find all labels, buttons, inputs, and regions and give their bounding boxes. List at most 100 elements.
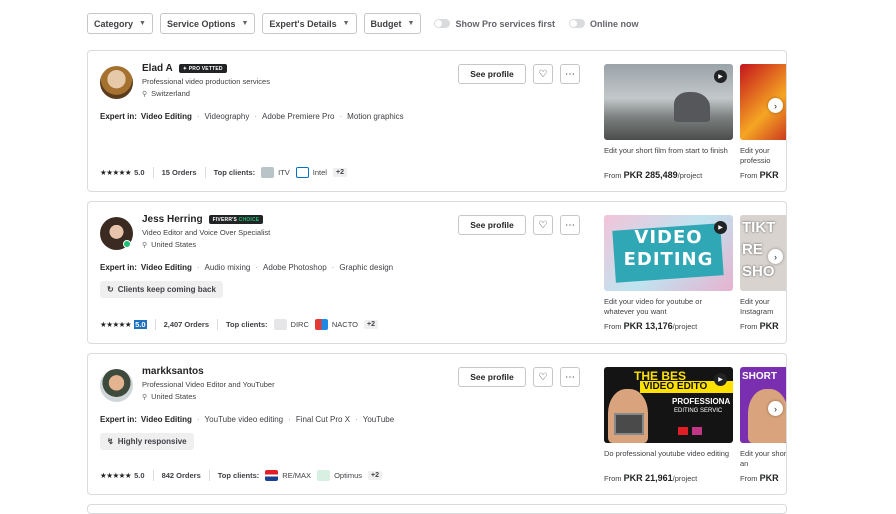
price-value: PKR	[759, 473, 779, 483]
online-now-toggle[interactable]: Online now	[569, 19, 639, 29]
freelancer-card[interactable]: Jess Herring FIVERR'S CHOICE Video Edito…	[87, 201, 787, 344]
gig-thumbnail[interactable]: VIDEO EDITING ▶	[604, 215, 733, 291]
gig-card[interactable]: THE BES VIDEO EDITO PROFESSIONA EDITING …	[604, 367, 734, 483]
online-toggle-label: Online now	[590, 18, 639, 29]
gig-price: From PKR 285,489/project	[604, 170, 734, 180]
freelancer-title: Video Editor and Voice Over Specialist	[142, 228, 271, 237]
skill-tag: Final Cut Pro X	[295, 415, 351, 424]
toggle-switch[interactable]	[434, 19, 451, 28]
more-options-icon[interactable]: ⋯	[560, 64, 580, 84]
thumb-text: VIDEO EDITING	[604, 227, 733, 271]
pro-services-toggle[interactable]: Show Pro services first	[434, 19, 555, 29]
freelancer-country: ⚲ United States	[142, 240, 196, 249]
name-row: markksantos	[142, 366, 204, 377]
gig-thumbnail[interactable]: ▶	[604, 64, 733, 140]
gig-thumbnail[interactable]: THE BES VIDEO EDITO PROFESSIONA EDITING …	[604, 367, 733, 443]
highlight-pill: ↯ Highly responsive	[100, 433, 194, 450]
gig-card[interactable]: ▶ Edit your short film from start to fin…	[604, 64, 734, 180]
country-label: Switzerland	[151, 89, 190, 98]
avatar[interactable]	[100, 369, 133, 402]
toggle-switch[interactable]	[569, 19, 586, 28]
price-prefix: From	[740, 171, 758, 180]
category-filter[interactable]: Category ▼	[87, 13, 153, 34]
price-prefix: From	[604, 322, 622, 331]
country-label: United States	[151, 392, 197, 401]
highlight-label: Clients keep coming back	[117, 285, 216, 294]
freelancer-name[interactable]: markksantos	[142, 366, 204, 377]
chevron-right-icon[interactable]: ›	[768, 98, 783, 113]
more-options-icon[interactable]: ⋯	[560, 215, 580, 235]
stats-row: ★★★★★ 5.0 15 Orders Top clients: ITV Int…	[100, 167, 347, 178]
play-icon[interactable]: ▶	[714, 373, 727, 386]
freelancer-country: ⚲ United States	[142, 392, 196, 401]
price-value: PKR	[759, 170, 779, 180]
gig-title[interactable]: Edit your short film from start to finis…	[604, 146, 734, 166]
more-clients-badge[interactable]: +2	[368, 471, 382, 480]
expert-in-row: Expert in: Video Editing · Audio mixing · …	[100, 263, 394, 272]
play-icon[interactable]: ▶	[714, 70, 727, 83]
client: DIRC	[273, 319, 309, 330]
client: Intel	[295, 167, 327, 178]
more-clients-badge[interactable]: +2	[332, 168, 347, 177]
gig-title[interactable]: Edit your professio	[740, 146, 786, 166]
expert-label: Expert in:	[100, 415, 137, 424]
badge-label: PRO VETTED	[188, 65, 223, 72]
play-icon[interactable]: ▶	[714, 221, 727, 234]
gig-price: From PKR 13,176/project	[604, 321, 734, 331]
freelancer-title: Professional video production services	[142, 77, 270, 86]
budget-filter[interactable]: Budget ▼	[363, 13, 422, 34]
freelancer-title: Professional Video Editor and YouTuber	[142, 380, 275, 389]
star-rating-icon: ★★★★★	[100, 168, 132, 177]
gig-title[interactable]: Edit your video for youtube or whatever …	[604, 297, 734, 317]
thumb-text: SHORT	[742, 371, 777, 382]
gig-title[interactable]: Edit your shorts, an	[740, 449, 786, 469]
see-profile-button[interactable]: See profile	[458, 64, 526, 84]
nacto-logo-icon	[314, 319, 328, 330]
thumb-text: PROFESSIONA	[672, 397, 731, 406]
stats-row: ★★★★★ 5.0 842 Orders Top clients: RE/MAX…	[100, 470, 382, 481]
location-pin-icon: ⚲	[142, 393, 148, 401]
gig-title[interactable]: Do professional youtube video editing	[604, 449, 734, 469]
price-value: PKR 21,961	[623, 473, 673, 483]
chevron-down-icon: ▼	[342, 20, 350, 27]
highlight-label: Highly responsive	[117, 437, 187, 446]
price-value: PKR	[759, 321, 779, 331]
client-name: DIRC	[290, 320, 309, 329]
heart-icon[interactable]: ♡	[533, 215, 553, 235]
freelancer-name[interactable]: Elad A	[142, 63, 173, 74]
heart-icon[interactable]: ♡	[533, 64, 553, 84]
gig-card[interactable]: VIDEO EDITING ▶ Edit your video for youtu…	[604, 215, 734, 331]
experts-details-filter[interactable]: Expert's Details ▼	[262, 13, 357, 34]
chevron-right-icon[interactable]: ›	[768, 401, 783, 416]
client: Optimus	[317, 470, 362, 481]
avatar[interactable]	[100, 66, 133, 99]
remax-logo-icon	[265, 470, 279, 481]
service-options-label: Service Options	[166, 18, 236, 29]
name-row: Elad A ✦ PRO VETTED	[142, 63, 227, 74]
chevron-down-icon: ▼	[139, 20, 146, 27]
gig-title[interactable]: Edit your Instagram	[740, 297, 786, 317]
service-options-filter[interactable]: Service Options ▼	[159, 13, 256, 34]
chevron-right-icon[interactable]: ›	[768, 249, 783, 264]
chevron-down-icon: ▼	[241, 20, 249, 27]
heart-icon[interactable]: ♡	[533, 367, 553, 387]
freelancer-card[interactable]: Elad A ✦ PRO VETTED Professional video p…	[87, 50, 787, 192]
more-options-icon[interactable]: ⋯	[560, 367, 580, 387]
freelancer-name[interactable]: Jess Herring	[142, 214, 203, 225]
youtube-logo-icon	[678, 427, 688, 435]
see-profile-button[interactable]: See profile	[458, 215, 526, 235]
see-profile-button[interactable]: See profile	[458, 367, 526, 387]
freelancer-card[interactable]: markksantos Professional Video Editor an…	[87, 353, 787, 495]
gig-card-partial[interactable]: TIKT RE SHO Edit your Instagram From PKR	[740, 215, 786, 331]
price-suffix: /project	[672, 474, 698, 483]
gig-card-partial[interactable]: SHORT Edit your shorts, an From PKR	[740, 367, 786, 483]
chevron-down-icon: ▼	[407, 20, 415, 27]
client-name: Intel	[312, 168, 327, 177]
skill-tag: Video Editing	[140, 112, 192, 121]
star-rating-icon: ★★★★★	[100, 320, 132, 329]
price-value: PKR 13,176	[623, 321, 673, 331]
gig-card-partial[interactable]: Edit your professio From PKR	[740, 64, 786, 180]
more-clients-badge[interactable]: +2	[364, 320, 378, 329]
skill-tag: Graphic design	[339, 263, 394, 272]
highlight-pill: ↻ Clients keep coming back	[100, 281, 223, 298]
